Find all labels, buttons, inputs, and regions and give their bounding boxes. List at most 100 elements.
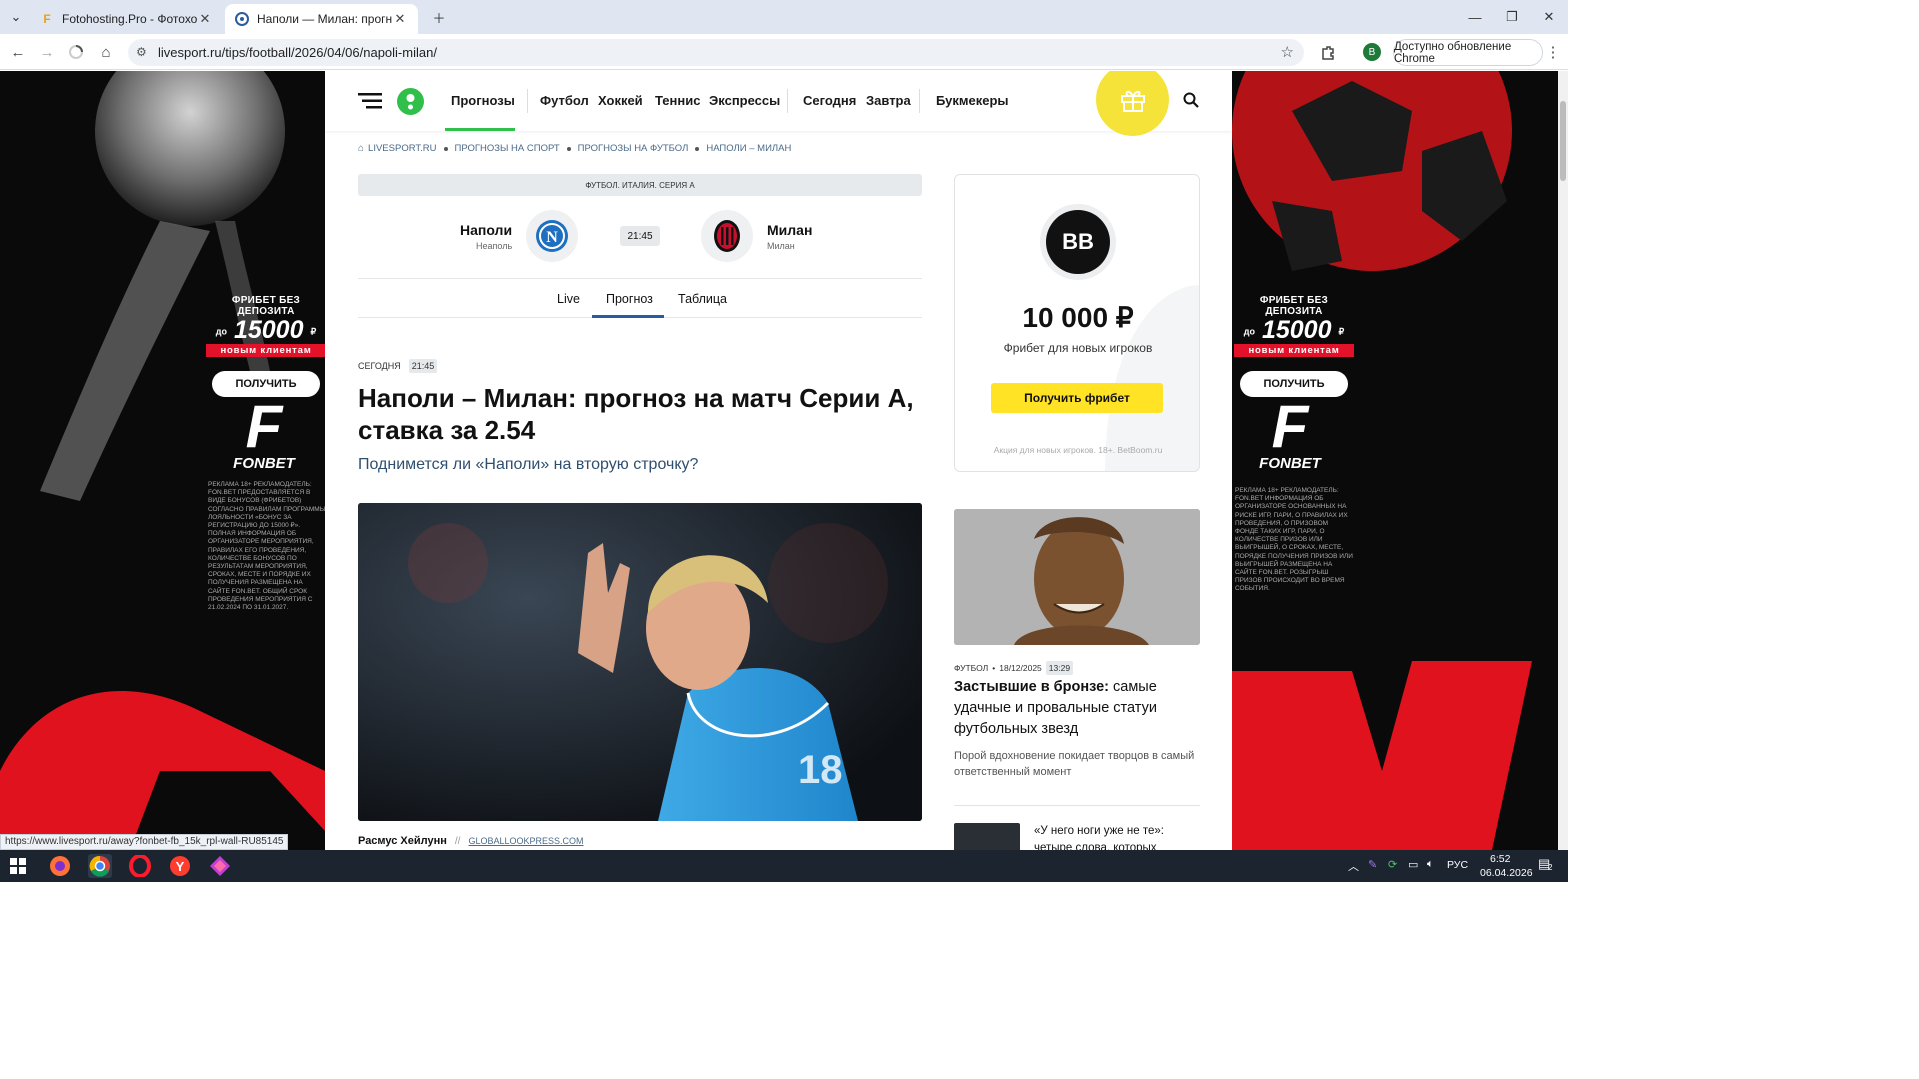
close-tab-icon[interactable]: ✕	[197, 11, 213, 27]
nav-today[interactable]: Сегодня	[803, 93, 856, 108]
back-icon[interactable]: ←	[6, 40, 30, 64]
nav-predictions[interactable]: Прогнозы	[451, 93, 515, 108]
breadcrumb-item[interactable]: ПРОГНОЗЫ НА ФУТБОЛ	[578, 143, 689, 154]
promo-amount: до 15000 ₽	[215, 316, 317, 344]
breadcrumb-item[interactable]: ПРОГНОЗЫ НА СПОРТ	[455, 143, 560, 154]
tab-prognoz[interactable]: Прогноз	[606, 292, 653, 306]
app-icon[interactable]	[208, 854, 232, 878]
firefox-icon[interactable]	[48, 854, 72, 878]
close-tab-icon[interactable]: ✕	[392, 11, 408, 27]
forward-icon[interactable]: →	[35, 40, 59, 64]
breadcrumb-item[interactable]: LIVESPORT.RU	[368, 143, 436, 154]
tray-chevron-icon[interactable]: ︿	[1348, 858, 1359, 874]
promo-line3: новым клиентам	[1234, 344, 1354, 358]
photo-source-link[interactable]: GLOBALLOOKPRESS.COM	[468, 836, 583, 846]
home-icon[interactable]: ⌂	[94, 40, 118, 64]
promo-line1: ФРИБЕТ БЕЗ ДЕПОЗИТА	[1259, 295, 1329, 317]
menu-kebab-icon[interactable]: ⋮	[1541, 40, 1565, 64]
away-team-city: Милан	[767, 241, 795, 251]
left-ad-banner[interactable]: ФРИБЕТ БЕЗ ДЕПОЗИТА до 15000 ₽ новым кли…	[0, 71, 325, 850]
windows-start-icon[interactable]	[6, 854, 30, 878]
new-tab-icon[interactable]: ＋	[420, 0, 458, 34]
news-meta: ФУТБОЛ • 18/12/2025 13:29	[954, 661, 1074, 675]
chrome-icon[interactable]	[88, 854, 112, 878]
livesport-logo-icon[interactable]	[397, 88, 424, 120]
scrollbar[interactable]	[1558, 71, 1568, 850]
windows-taskbar: Y ︿ ✎ ⟳ ▭ 🔈︎ РУС 6:52 06.04.2026 ▤ 2	[0, 850, 1568, 882]
freebet-caption: Фрибет для новых игроков	[1003, 341, 1153, 355]
hamburger-icon[interactable]	[358, 93, 382, 114]
extensions-icon[interactable]	[1316, 40, 1340, 64]
restore-icon[interactable]: ❐	[1493, 0, 1531, 34]
gift-icon[interactable]	[1096, 71, 1169, 136]
nav-tomorrow[interactable]: Завтра	[866, 93, 911, 108]
tab-live[interactable]: Live	[557, 292, 580, 306]
site-nav: Прогнозы Футбол Хоккей Теннис Экспрессы …	[325, 71, 1232, 136]
clock-date[interactable]: 06.04.2026	[1480, 867, 1533, 879]
fonbet-logo: F FONBET	[1259, 393, 1321, 473]
language-indicator[interactable]: РУС	[1447, 859, 1468, 871]
nav-express[interactable]: Экспрессы	[709, 93, 780, 108]
tab-fotohosting[interactable]: F Fotohosting.Pro - Фотохостинг ✕	[30, 4, 223, 34]
search-icon[interactable]	[1183, 92, 1199, 113]
tab-table[interactable]: Таблица	[678, 292, 727, 306]
clock-time[interactable]: 6:52	[1490, 853, 1510, 865]
right-promo: ФРИБЕТ БЕЗ ДЕПОЗИТА до 15000 ₽ новым кли…	[1234, 295, 1354, 398]
minimize-icon[interactable]: —	[1456, 0, 1494, 34]
tab-search-chevron-icon[interactable]: ⌄	[0, 0, 32, 34]
breadcrumb: ⌂ LIVESPORT.RU ПРОГНОЗЫ НА СПОРТ ПРОГНОЗ…	[358, 143, 791, 154]
news2-title[interactable]: «У него ноги уже не те»: четыре слова, к…	[1034, 823, 1204, 850]
match-tabs: Live Прогноз Таблица	[358, 278, 922, 318]
sync-icon[interactable]: ⟳	[1388, 858, 1397, 871]
left-promo: ФРИБЕТ БЕЗ ДЕПОЗИТА до 15000 ₽ новым кли…	[206, 295, 325, 398]
livesport-icon	[235, 12, 249, 26]
bronze-statue-image[interactable]	[954, 509, 1200, 645]
loading-spinner-icon[interactable]	[64, 40, 88, 64]
match-time: 21:45	[620, 226, 660, 246]
news2-thumbnail[interactable]	[954, 823, 1020, 850]
nav-tennis[interactable]: Теннис	[655, 93, 700, 108]
nav-football[interactable]: Футбол	[540, 93, 589, 108]
hero-photo[interactable]: 18	[358, 503, 922, 821]
photo-author: Расмус Хейлунн	[358, 835, 447, 847]
article-subtitle: Поднимется ли «Наполи» на вторую строчку…	[358, 456, 699, 473]
promo-amount: до 15000 ₽	[1243, 316, 1345, 344]
league-bar[interactable]: ФУТБОЛ. ИТАЛИЯ. СЕРИЯ А	[358, 174, 922, 196]
tab-napoli-milan[interactable]: Наполи — Милан: прогноз, ст ✕	[225, 4, 418, 34]
address-bar[interactable]: ⚙ livesport.ru/tips/football/2026/04/06/…	[128, 39, 1304, 66]
opera-icon[interactable]	[128, 854, 152, 878]
fonbet-logo: F FONBET	[233, 393, 295, 473]
bookmark-star-icon[interactable]: ☆	[1281, 43, 1294, 61]
network-icon[interactable]: ▭	[1408, 858, 1418, 871]
nav-bookmakers[interactable]: Букмекеры	[936, 93, 1009, 108]
page-viewport: ФРИБЕТ БЕЗ ДЕПОЗИТА до 15000 ₽ новым кли…	[0, 71, 1568, 850]
browser-toolbar: ← → ⌂ ⚙ livesport.ru/tips/football/2026/…	[0, 34, 1568, 70]
home-icon[interactable]: ⌂	[358, 143, 364, 154]
site-info-icon[interactable]: ⚙	[136, 45, 147, 59]
article-date-label: СЕГОДНЯ	[358, 361, 401, 371]
betboom-logo: BB	[1040, 204, 1116, 280]
right-ad-banner[interactable]: ФРИБЕТ БЕЗ ДЕПОЗИТА до 15000 ₽ новым кли…	[1232, 71, 1568, 850]
home-team-name[interactable]: Наполи	[460, 222, 512, 238]
chrome-update-button[interactable]: Доступно обновление Chrome	[1393, 39, 1543, 66]
promo-line1: ФРИБЕТ БЕЗ ДЕПОЗИТА	[231, 295, 301, 317]
statue-photo	[954, 509, 1200, 645]
away-team-name[interactable]: Милан	[767, 222, 812, 238]
profile-avatar[interactable]: B	[1360, 40, 1384, 64]
tab-strip: ⌄ F Fotohosting.Pro - Фотохостинг ✕ Напо…	[0, 0, 1568, 34]
napoli-logo-icon[interactable]: N	[526, 210, 578, 262]
promo-line3: новым клиентам	[206, 344, 325, 358]
scrollbar-thumb[interactable]	[1560, 101, 1566, 181]
betboom-promo-card[interactable]: BB 10 000 ₽ Фрибет для новых игроков Пол…	[954, 174, 1200, 472]
volume-icon[interactable]: 🔈︎	[1427, 858, 1434, 871]
article-title: Наполи – Милан: прогноз на матч Серии А,…	[358, 383, 914, 445]
nav-hockey[interactable]: Хоккей	[598, 93, 643, 108]
yandex-browser-icon[interactable]: Y	[168, 854, 192, 878]
url-text: livesport.ru/tips/football/2026/04/06/na…	[158, 45, 437, 60]
close-window-icon[interactable]: ✕	[1530, 0, 1568, 34]
pen-icon[interactable]: ✎	[1368, 858, 1377, 871]
news-title[interactable]: Застывшие в бронзе: самые удачные и пров…	[954, 677, 1200, 740]
svg-text:N: N	[546, 229, 558, 246]
milan-logo-icon[interactable]	[701, 210, 753, 262]
get-freebet-button[interactable]: Получить фрибет	[991, 383, 1163, 413]
